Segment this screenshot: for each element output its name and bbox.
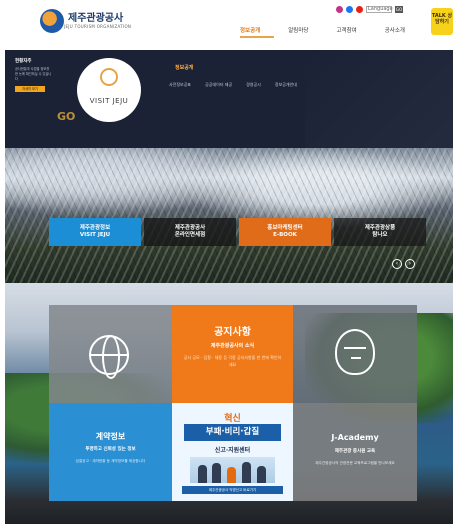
logo-emblem-icon [40,9,64,33]
campaign-headline: 부패·비리·갑질 [184,424,281,441]
campaign-subtext: 신고·지원센터 [214,447,251,454]
campaign-illustration [190,457,275,483]
visit-jeju-label: VISIT JEJU [89,97,129,105]
quick-link-line1: 제주관광공사 [174,225,206,231]
person-icon [198,465,207,483]
person-icon [227,467,236,483]
tile-j-academy[interactable]: J-Academy 제주관광 종사원 교육 제주관광공사의 관광전문 교육프로그… [293,403,417,501]
gnb-item-notice[interactable]: 알림마당 [288,26,308,34]
gnb-item-about[interactable]: 공사소개 [385,26,405,34]
tile-contract[interactable]: 계약정보 투명하고 신뢰성 있는 정보 입찰공고 · 계약현황 등 계약정보를 … [49,403,172,501]
language-select[interactable]: Language [366,6,393,13]
mega-link-pre-disclosure[interactable]: 사전정보공표 [169,82,191,88]
notice-title: 공지사항 [214,327,251,338]
mega-left-button[interactable]: 자세히 보기 [15,86,45,92]
slider-prev-button[interactable]: ‹ [392,259,402,269]
academy-title: J-Academy [331,433,379,442]
instagram-icon[interactable] [336,6,343,13]
gnb-item-participation[interactable]: 고객참여 [337,26,357,34]
quick-link-duty-free[interactable]: 제주관광공사 온라인면세점 [144,218,236,246]
person-icon [212,463,221,483]
logo-subtext: JEJU TOURISM ORGANIZATION [64,24,132,29]
person-icon [257,466,266,483]
quick-link-line2: E-BOOK [273,232,297,238]
academy-desc: 제주관광공사의 관광전문 교육프로그램을 만나보세요 [315,461,395,465]
mega-link-management-disclosure[interactable]: 경영공시 [246,82,261,88]
mega-link-open-data[interactable]: 공공데이터 제공 [205,82,232,88]
mega-menu-panel: 현황자주 공사현황과 사업별 정보를 한 눈에 확인하실 수 있습니다 자세히 … [5,50,453,148]
mega-links: 사전정보공표 공공데이터 제공 경영공시 정보공개안내 [169,82,311,88]
contract-subtitle: 투명하고 신뢰성 있는 정보 [85,447,136,452]
hero-slider-controls: ‹ › [392,259,415,269]
quick-link-line1: 홍보마케팅센터 [267,225,303,231]
hero-texture [5,148,453,283]
top-utilities: Language GO [336,6,403,13]
quick-link-line2: 온라인면세점 [174,232,206,238]
youtube-icon[interactable] [356,6,363,13]
quick-link-ebook[interactable]: 홍보마케팅센터 E-BOOK [239,218,331,246]
tile-anti-corruption[interactable]: 혁신 부패·비리·갑질 신고·지원센터 제주관광공사 익명신고 바로가기 [172,403,293,501]
site-logo[interactable]: 제주관광공사 JEJU TOURISM ORGANIZATION [40,9,131,33]
campaign-footer: 제주관광공사 익명신고 바로가기 [182,486,283,494]
gnb-active-indicator [240,36,274,38]
gnb-item-disclosure[interactable]: 정보공개 [240,26,260,34]
tile-global[interactable] [49,305,172,403]
language-go-button[interactable]: GO [395,6,403,13]
page: 제주관광공사 JEJU TOURISM ORGANIZATION Languag… [0,0,458,524]
global-nav: 정보공개 알림마당 고객참여 공사소개 [240,26,433,34]
kakao-talk-button[interactable]: TALK 상담하기 [431,8,453,35]
globe-icon [89,335,129,379]
header: 제주관광공사 JEJU TOURISM ORGANIZATION Languag… [0,0,458,50]
mega-background-art [305,50,453,148]
mega-left-desc: 공사현황과 사업별 정보를 한 눈에 확인하실 수 있습니다 [15,67,52,81]
quick-link-tamnao[interactable]: 제주관광상품 탐나오 [334,218,426,246]
academy-subtitle: 제주관광 종사원 교육 [334,449,376,454]
campaign-top-text: 혁신 [224,414,241,424]
quick-link-line1: 제주관광상품 [364,225,396,231]
quick-link-line1: 제주관광정보 [79,225,111,231]
notice-desc: 공사 공모 · 입찰 · 채용 등 각종 공지사항을 한 번에 확인하세요 [183,355,282,367]
face-icon [335,329,375,375]
slider-next-button[interactable]: › [405,259,415,269]
go-tag: GO [57,110,76,123]
tile-people[interactable] [293,305,417,403]
contract-title: 계약정보 [95,432,126,441]
quick-link-line2: 탐나오 [372,232,388,238]
facebook-icon[interactable] [346,6,353,13]
visit-jeju-card[interactable]: VISIT JEJU GO [57,55,151,141]
visit-jeju-logo-icon [100,68,118,86]
person-icon [242,462,251,483]
mega-left-promo: 현황자주 공사현황과 사업별 정보를 한 눈에 확인하실 수 있습니다 자세히 … [15,58,53,92]
contract-desc: 입찰공고 · 계약현황 등 계약정보를 제공합니다 [75,459,146,463]
hero-banner: 제주관광정보 VISIT JEJU 제주관광공사 온라인면세점 홍보마케팅센터 … [5,148,453,283]
notice-subtitle: 제주관광공사의 소식 [210,343,255,349]
tile-notice[interactable]: 공지사항 제주관광공사의 소식 공사 공모 · 입찰 · 채용 등 각종 공지사… [172,305,293,403]
logo-text: 제주관광공사 [68,13,124,24]
quick-link-visit-jeju[interactable]: 제주관광정보 VISIT JEJU [49,218,141,246]
quick-link-line2: VISIT JEJU [79,232,111,238]
mega-section-title: 정보공개 [175,65,194,71]
mega-link-disclosure-guide[interactable]: 정보공개안내 [275,82,297,88]
mega-left-title: 현황자주 [15,59,32,64]
